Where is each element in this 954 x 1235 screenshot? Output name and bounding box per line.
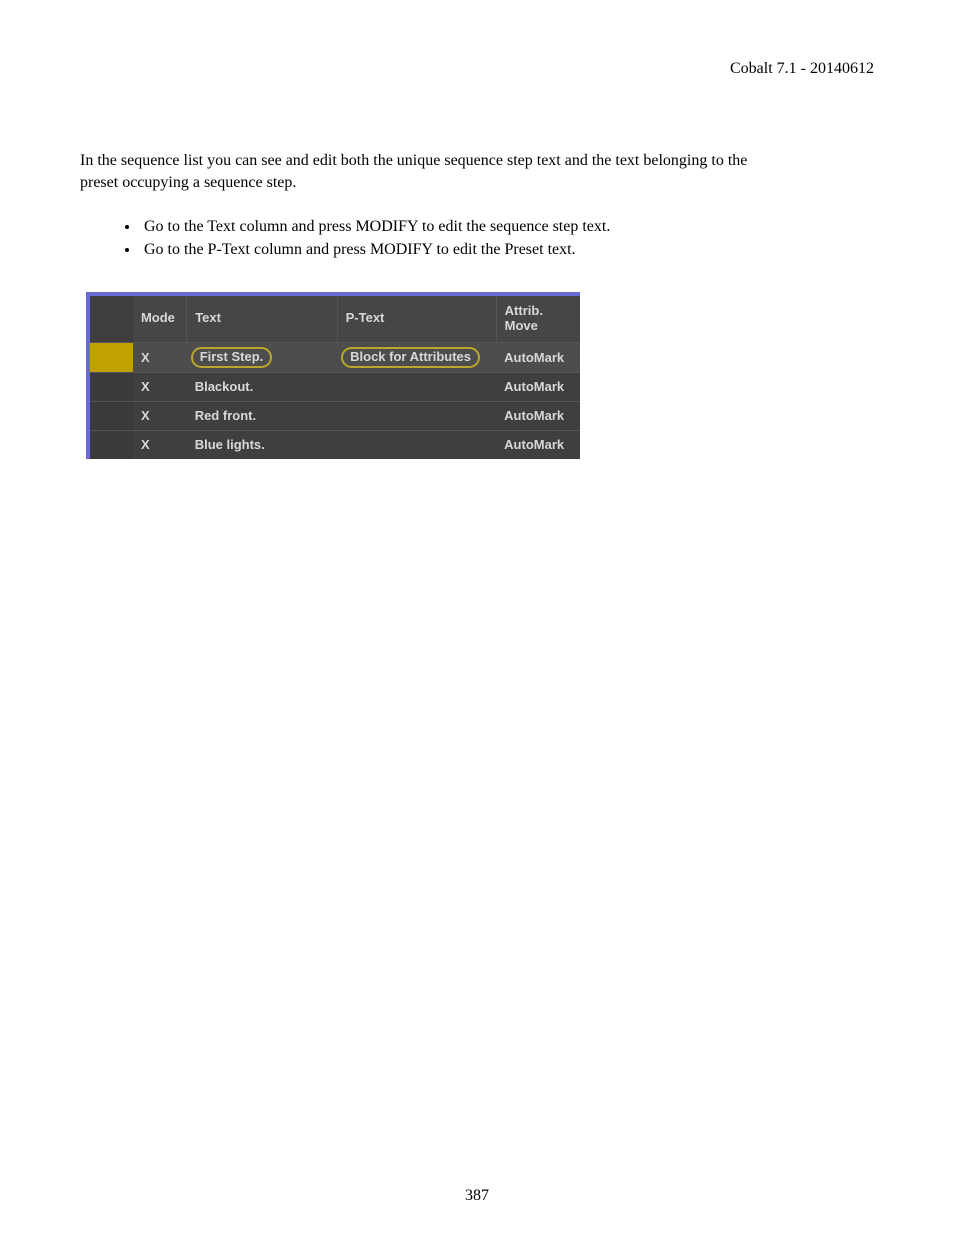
cell-mode[interactable]: X: [133, 430, 187, 459]
cell-attrib-value: AutoMark: [496, 433, 580, 456]
cell-attrib[interactable]: AutoMark: [496, 342, 580, 372]
cell-text-value: First Step.: [191, 347, 273, 368]
row-stub: [90, 372, 133, 401]
row-stub: [90, 342, 133, 372]
cell-ptext[interactable]: [337, 372, 496, 401]
sequence-table-header-row: Mode Text P-Text Attrib. Move: [90, 296, 580, 343]
document-page: Cobalt 7.1 - 20140612 In the sequence li…: [0, 0, 954, 1235]
row-stub: [90, 401, 133, 430]
cell-text[interactable]: Blackout.: [187, 372, 337, 401]
cell-attrib[interactable]: AutoMark: [496, 401, 580, 430]
sequence-row[interactable]: X Red front. AutoMark: [90, 401, 580, 430]
page-footer: 387: [0, 1187, 954, 1205]
cell-mode-text: X: [133, 433, 187, 456]
header-attrib-line1: Attrib.: [505, 303, 543, 318]
header-ptext: P-Text: [337, 296, 496, 343]
cell-attrib-value: AutoMark: [496, 346, 580, 369]
intro-paragraph: In the sequence list you can see and edi…: [80, 150, 775, 193]
cell-mode[interactable]: X: [133, 342, 187, 372]
cell-ptext[interactable]: Block for Attributes: [337, 342, 496, 372]
cell-attrib-value: AutoMark: [496, 404, 580, 427]
cell-text-value: Blue lights.: [195, 437, 265, 452]
instruction-item: Go to the P-Text column and press MODIFY…: [140, 238, 874, 261]
sequence-row[interactable]: X Blackout. AutoMark: [90, 372, 580, 401]
cell-mode-text: X: [133, 346, 187, 369]
sequence-list-screenshot: Mode Text P-Text Attrib. Move XFirst Ste…: [86, 292, 580, 459]
instruction-list: Go to the Text column and press MODIFY t…: [80, 215, 874, 261]
sequence-row[interactable]: XFirst Step. Block for Attributes AutoMark: [90, 342, 580, 372]
header-attrib-line2: Move: [505, 318, 538, 333]
cell-text[interactable]: First Step.: [187, 342, 337, 372]
instruction-item: Go to the Text column and press MODIFY t…: [140, 215, 874, 238]
cell-text[interactable]: Blue lights.: [187, 430, 337, 459]
cell-text-value: Blackout.: [195, 379, 254, 394]
cell-attrib[interactable]: AutoMark: [496, 430, 580, 459]
cell-ptext-value: Block for Attributes: [341, 347, 480, 368]
cell-text-value: Red front.: [195, 408, 256, 423]
header-mode: Mode: [133, 296, 187, 343]
cell-ptext[interactable]: [337, 401, 496, 430]
cell-attrib-value: AutoMark: [496, 375, 580, 398]
header-text: Text: [187, 296, 337, 343]
cell-mode[interactable]: X: [133, 372, 187, 401]
sequence-table: Mode Text P-Text Attrib. Move XFirst Ste…: [90, 296, 580, 459]
header-title: Cobalt 7.1 - 20140612: [730, 60, 874, 77]
page-number: 387: [465, 1187, 489, 1204]
cell-text[interactable]: Red front.: [187, 401, 337, 430]
page-header: Cobalt 7.1 - 20140612: [80, 60, 874, 78]
cell-mode[interactable]: X: [133, 401, 187, 430]
cell-ptext[interactable]: [337, 430, 496, 459]
cell-attrib[interactable]: AutoMark: [496, 372, 580, 401]
header-stub: [90, 296, 133, 343]
header-attrib: Attrib. Move: [496, 296, 580, 343]
row-stub: [90, 430, 133, 459]
sequence-row[interactable]: X Blue lights. AutoMark: [90, 430, 580, 459]
cell-mode-text: X: [133, 404, 187, 427]
cell-mode-text: X: [133, 375, 187, 398]
